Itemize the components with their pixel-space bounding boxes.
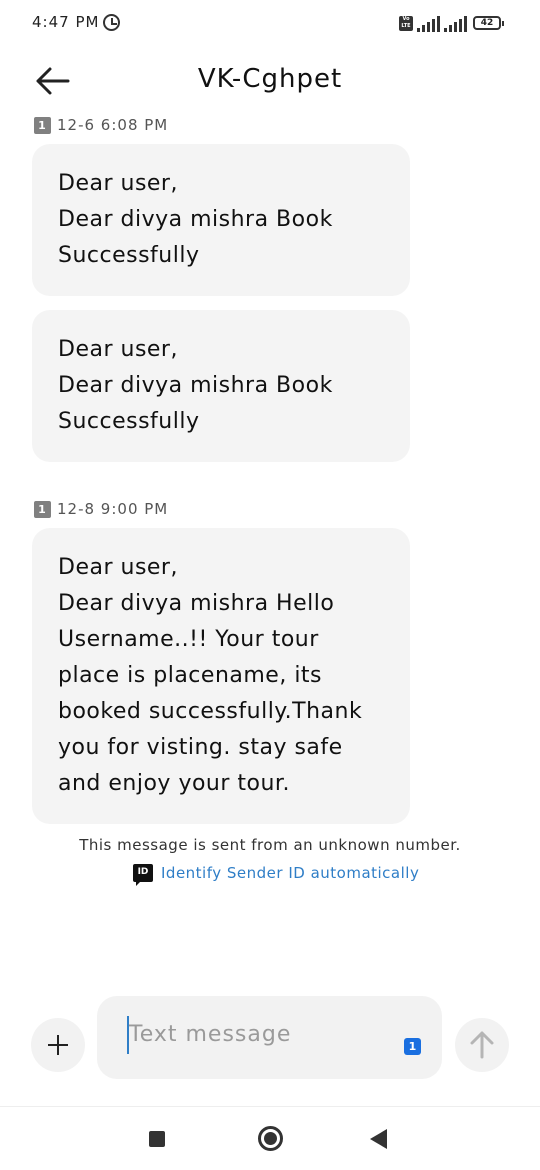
message-line: booked successfully.Thank bbox=[58, 699, 363, 724]
arrow-up-icon bbox=[470, 1031, 494, 1059]
sim-1-badge: 1 bbox=[34, 500, 51, 518]
messaging-screen: 4:47 PM Vo LTE 42 VK-Cghpet 1 12-6 6:08 … bbox=[0, 0, 540, 1170]
identify-sender-link[interactable]: ID Identify Sender ID automatically bbox=[133, 864, 419, 886]
message-line: Dear divya mishra Hello bbox=[58, 591, 335, 616]
volte-icon: Vo LTE bbox=[399, 16, 413, 31]
signal-icon-sim2 bbox=[444, 16, 468, 32]
message-line: Dear user, bbox=[58, 337, 178, 362]
status-bar: 4:47 PM Vo LTE 42 bbox=[0, 0, 540, 48]
message-timestamp: 1 12-8 9:00 PM bbox=[34, 500, 168, 518]
caller-id-icon: ID bbox=[133, 864, 153, 886]
message-line: Dear divya mishra Book bbox=[58, 207, 333, 232]
message-thread[interactable]: 1 12-6 6:08 PM Dear user, Dear divya mis… bbox=[0, 112, 540, 992]
message-line: Successfully bbox=[58, 409, 200, 434]
conversation-header: VK-Cghpet bbox=[0, 52, 540, 112]
conversation-title: VK-Cghpet bbox=[197, 64, 343, 94]
message-line: you for visting. stay safe bbox=[58, 735, 343, 760]
system-nav-bar bbox=[0, 1106, 540, 1170]
message-line: and enjoy your tour. bbox=[58, 771, 290, 796]
nav-back-triangle-icon[interactable] bbox=[370, 1129, 387, 1149]
home-circle-icon[interactable] bbox=[258, 1126, 283, 1151]
identify-sender-text[interactable]: Identify Sender ID automatically bbox=[161, 864, 419, 882]
alarm-icon bbox=[103, 14, 120, 31]
message-line: Dear divya mishra Book bbox=[58, 373, 333, 398]
message-line: place is placename, its bbox=[58, 663, 323, 688]
status-time: 4:47 PM bbox=[32, 13, 100, 31]
message-bubble[interactable]: Dear user, Dear divya mishra Book Succes… bbox=[32, 310, 410, 462]
add-attachment-button[interactable] bbox=[31, 1018, 85, 1072]
message-bubble[interactable]: Dear user, Dear divya mishra Book Succes… bbox=[32, 144, 410, 296]
sim-1-badge: 1 bbox=[34, 116, 51, 134]
message-input[interactable]: Text message 1 bbox=[97, 996, 442, 1079]
message-placeholder: Text message bbox=[129, 1022, 292, 1047]
message-line: Username..!! Your tour bbox=[58, 627, 319, 652]
timestamp-text: 12-6 6:08 PM bbox=[57, 116, 169, 134]
recents-square-icon[interactable] bbox=[149, 1131, 165, 1147]
unknown-number-notice: This message is sent from an unknown num… bbox=[79, 836, 461, 854]
message-line: Successfully bbox=[58, 243, 200, 268]
sim-select-chip[interactable]: 1 bbox=[404, 1038, 421, 1055]
timestamp-text: 12-8 9:00 PM bbox=[57, 500, 169, 518]
send-button[interactable] bbox=[455, 1018, 509, 1072]
battery-icon: 42 bbox=[473, 16, 504, 30]
message-line: Dear user, bbox=[58, 555, 178, 580]
signal-icon bbox=[417, 16, 441, 32]
message-bubble[interactable]: Dear user, Dear divya mishra Hello Usern… bbox=[32, 528, 410, 824]
message-line: Dear user, bbox=[58, 171, 178, 196]
message-timestamp: 1 12-6 6:08 PM bbox=[34, 116, 168, 134]
